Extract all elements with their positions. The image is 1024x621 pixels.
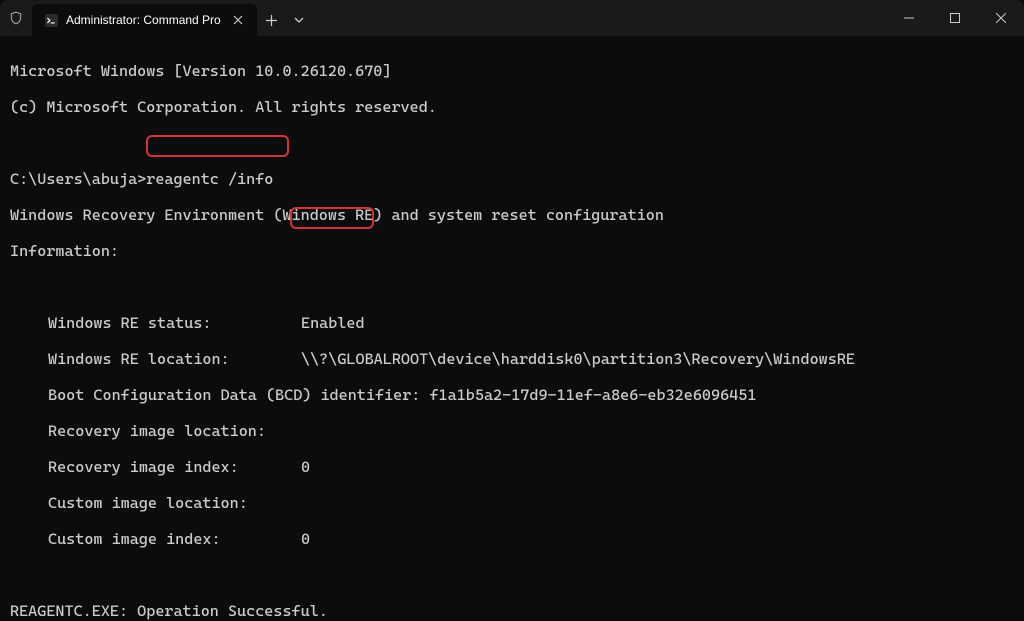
banner-line: Microsoft Windows [Version 10.0.26120.67… [10, 62, 1014, 80]
tab-active[interactable]: Administrator: Command Pro [32, 4, 257, 36]
tab-dropdown-button[interactable] [287, 15, 311, 25]
output-row: Recovery image index:0 [10, 458, 1014, 476]
output-row: Windows RE location:\\?\GLOBALROOT\devic… [10, 350, 1014, 368]
typed-command: reagentc /info [146, 170, 273, 188]
window-controls [886, 0, 1024, 36]
output-line: Windows Recovery Environment (Windows RE… [10, 206, 1014, 224]
output-row: Windows RE status:Enabled [10, 314, 1014, 332]
minimize-icon [904, 13, 914, 23]
close-icon [233, 15, 243, 25]
terminal-body[interactable]: Microsoft Windows [Version 10.0.26120.67… [0, 36, 1024, 621]
row-label: Custom image index: [48, 530, 301, 548]
terminal-window: Administrator: Command Pro [0, 0, 1024, 621]
blank-line [10, 278, 1014, 296]
new-tab-button[interactable] [257, 15, 287, 26]
tab-title: Administrator: Command Pro [66, 13, 221, 27]
command-prompt-icon [44, 13, 58, 27]
maximize-button[interactable] [932, 0, 978, 36]
row-value: 0 [301, 530, 310, 548]
plus-icon [266, 15, 277, 26]
row-label: Windows RE location: [48, 350, 301, 368]
output-row: Custom image location: [10, 494, 1014, 512]
close-icon [996, 13, 1006, 23]
output-line: REAGENTC.EXE: Operation Successful. [10, 602, 1014, 620]
prompt-line: C:\Users\abuja>reagentc /info [10, 170, 1014, 188]
row-value: f1a1b5a2-17d9-11ef-a8e6-eb32e6096451 [420, 386, 756, 404]
chevron-down-icon [294, 15, 304, 25]
maximize-icon [950, 13, 960, 23]
close-window-button[interactable] [978, 0, 1024, 36]
titlebar-left: Administrator: Command Pro [0, 0, 311, 36]
row-label: Recovery image index: [48, 458, 301, 476]
tab-close-button[interactable] [229, 11, 247, 29]
minimize-button[interactable] [886, 0, 932, 36]
blank-line [10, 566, 1014, 584]
row-label: Boot Configuration Data (BCD) identifier… [48, 386, 420, 404]
row-value: \\?\GLOBALROOT\device\harddisk0\partitio… [301, 350, 855, 368]
shield-icon [8, 10, 24, 26]
output-row: Boot Configuration Data (BCD) identifier… [10, 386, 1014, 404]
output-row: Recovery image location: [10, 422, 1014, 440]
row-label: Custom image location: [48, 494, 301, 512]
row-label: Recovery image location: [48, 422, 301, 440]
banner-line: (c) Microsoft Corporation. All rights re… [10, 98, 1014, 116]
titlebar: Administrator: Command Pro [0, 0, 1024, 36]
row-value: 0 [301, 458, 310, 476]
row-label: Windows RE status: [48, 314, 301, 332]
blank-line [10, 134, 1014, 152]
output-line: Information: [10, 242, 1014, 260]
row-value: Enabled [301, 314, 365, 332]
prompt-path: C:\Users\abuja> [10, 170, 146, 188]
output-row: Custom image index:0 [10, 530, 1014, 548]
titlebar-drag-region[interactable] [311, 0, 886, 36]
